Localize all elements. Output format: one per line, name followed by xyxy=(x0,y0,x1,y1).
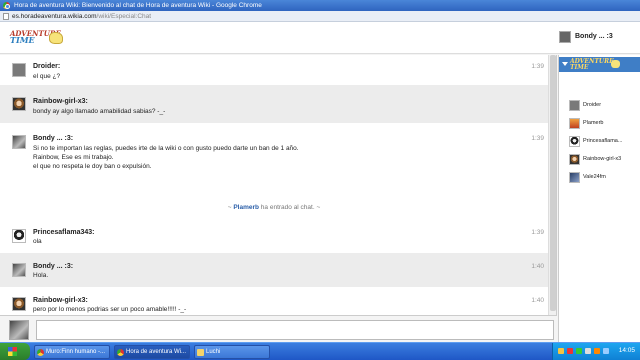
url-path[interactable]: /wiki/Especial:Chat xyxy=(97,13,152,20)
tray-icon[interactable] xyxy=(558,348,564,354)
wiki-logo[interactable]: ADVENTURE TIME xyxy=(8,28,66,48)
message-text: el que no respeta le doy ban o expulsión… xyxy=(33,163,152,170)
tray-icon[interactable] xyxy=(585,348,591,354)
user-list-item[interactable]: Plamerb xyxy=(559,117,640,131)
tray-icon[interactable] xyxy=(603,348,609,354)
windows-taskbar: Muro:Finn humano -... Hora de aventura W… xyxy=(0,342,640,360)
chat-message: Princesaflama343: 1:39 ola xyxy=(0,219,548,253)
taskbar-task-label: Hora de aventura Wi... xyxy=(126,349,187,355)
user-avatar xyxy=(569,136,580,147)
mini-logo-character-icon xyxy=(611,60,620,68)
user-avatar[interactable] xyxy=(12,229,26,243)
chat-message: Droider: 1:39 el que ¿? xyxy=(0,55,548,85)
user-list-item[interactable]: Rainbow-girl-x3 xyxy=(559,153,640,167)
message-time: 1:39 xyxy=(531,229,544,236)
user-list-name: Plamerb xyxy=(583,120,604,126)
chat-message: Rainbow-girl-x3: 1:40 pero por lo menos … xyxy=(0,287,548,315)
user-avatar xyxy=(569,118,580,129)
message-text: Hola. xyxy=(33,272,49,279)
system-user[interactable]: Plamerb xyxy=(233,204,259,211)
taskbar-task[interactable]: Muro:Finn humano -... xyxy=(34,345,110,359)
logo-character-icon xyxy=(49,32,63,44)
tray-icon[interactable] xyxy=(594,348,600,354)
user-list-name: Rainbow-girl-x3 xyxy=(583,156,622,162)
taskbar-task-label: Muro:Finn humano -... xyxy=(46,349,106,355)
current-user-name: Bondy ... :3 xyxy=(575,33,613,40)
tray-icon[interactable] xyxy=(576,348,582,354)
system-text: ha entrado al chat. ~ xyxy=(259,204,321,211)
user-list-name: Princesaflama... xyxy=(583,138,623,144)
current-user-avatar xyxy=(559,31,571,43)
user-list-item[interactable]: Droider xyxy=(559,99,640,113)
chat-message: Bondy ... :3: 1:39 Si no te importan las… xyxy=(0,123,548,179)
message-text: ola xyxy=(33,238,42,245)
message-time: 1:40 xyxy=(531,297,544,304)
collapse-arrow-icon[interactable] xyxy=(562,62,568,66)
user-avatar[interactable] xyxy=(12,97,26,111)
taskbar-task[interactable]: Hora de aventura Wi... xyxy=(114,345,190,359)
message-text: Si no te importan las reglas, puedes irt… xyxy=(33,145,299,152)
user-list-name: Droider xyxy=(583,102,602,108)
message-composer xyxy=(0,315,557,342)
user-avatar xyxy=(569,172,580,183)
chat-scrollbar[interactable] xyxy=(548,55,556,315)
chat-message: Bondy ... :3: 1:40 Hola. xyxy=(0,253,548,287)
chrome-icon xyxy=(117,349,124,356)
user-avatar[interactable] xyxy=(12,63,26,77)
message-author[interactable]: Rainbow-girl-x3: xyxy=(33,297,88,304)
current-user[interactable]: Bondy ... :3 xyxy=(558,28,638,46)
chat-log[interactable]: Droider: 1:39 el que ¿? Rainbow-girl-x3:… xyxy=(0,55,557,315)
browser-title-bar: Hora de aventura Wiki: Bienvenido al cha… xyxy=(0,0,640,11)
user-avatar[interactable] xyxy=(12,297,26,311)
chat-page: ADVENTURE TIME Bondy ... :3 Droider: 1:3… xyxy=(0,22,640,342)
user-list-sidebar: ADVENTURE TIME Droider Plamerb Princesafl… xyxy=(558,55,640,342)
user-avatar xyxy=(569,154,580,165)
message-author[interactable]: Princesaflama343: xyxy=(33,229,94,236)
mini-logo-line2: TIME xyxy=(570,63,589,71)
folder-icon xyxy=(197,349,204,356)
chat-message: Rainbow-girl-x3: bondy ay algo llamado a… xyxy=(0,85,548,123)
message-time: 1:39 xyxy=(531,63,544,70)
message-input[interactable] xyxy=(36,320,554,340)
window-title: Hora de aventura Wiki: Bienvenido al cha… xyxy=(14,2,262,9)
user-list-item[interactable]: Vale24fm xyxy=(559,171,640,185)
message-time: 1:39 xyxy=(531,135,544,142)
scrollbar-thumb[interactable] xyxy=(550,55,556,311)
user-list-item[interactable]: Princesaflama... xyxy=(559,135,640,149)
composer-avatar xyxy=(9,320,29,340)
user-avatar xyxy=(569,100,580,111)
taskbar-task-label: Luchi xyxy=(206,349,221,355)
system-join-message: ~ Plamerb ha entrado al chat. ~ xyxy=(0,204,548,211)
user-list-name: Vale24fm xyxy=(583,174,606,180)
message-author[interactable]: Droider: xyxy=(33,63,60,70)
system-tray: 14:05 xyxy=(552,343,640,360)
tray-icon[interactable] xyxy=(567,348,573,354)
message-text: bondy ay algo llamado amabilidad sabias?… xyxy=(33,108,166,115)
taskbar-clock[interactable]: 14:05 xyxy=(619,347,635,354)
chat-header: ADVENTURE TIME Bondy ... :3 xyxy=(0,22,640,54)
user-avatar[interactable] xyxy=(12,135,26,149)
start-button[interactable] xyxy=(0,343,30,360)
message-author[interactable]: Rainbow-girl-x3: xyxy=(33,98,88,105)
message-author[interactable]: Bondy ... :3: xyxy=(33,135,73,142)
wiki-room-header[interactable]: ADVENTURE TIME xyxy=(559,57,640,72)
chrome-icon xyxy=(37,349,44,356)
url-host[interactable]: es.horadeaventura.wikia.com xyxy=(12,13,97,20)
message-text: Rainbow, Ese es mi trabajo. xyxy=(33,154,114,161)
address-bar[interactable]: es.horadeaventura.wikia.com/wiki/Especia… xyxy=(0,11,640,22)
message-text: pero por lo menos podrias ser un poco am… xyxy=(33,306,187,313)
chrome-icon xyxy=(3,2,10,9)
user-avatar[interactable] xyxy=(12,263,26,277)
message-time: 1:40 xyxy=(531,263,544,270)
taskbar-task[interactable]: Luchi xyxy=(194,345,270,359)
message-text: el que ¿? xyxy=(33,73,61,80)
message-author[interactable]: Bondy ... :3: xyxy=(33,263,73,270)
page-icon xyxy=(3,13,9,20)
